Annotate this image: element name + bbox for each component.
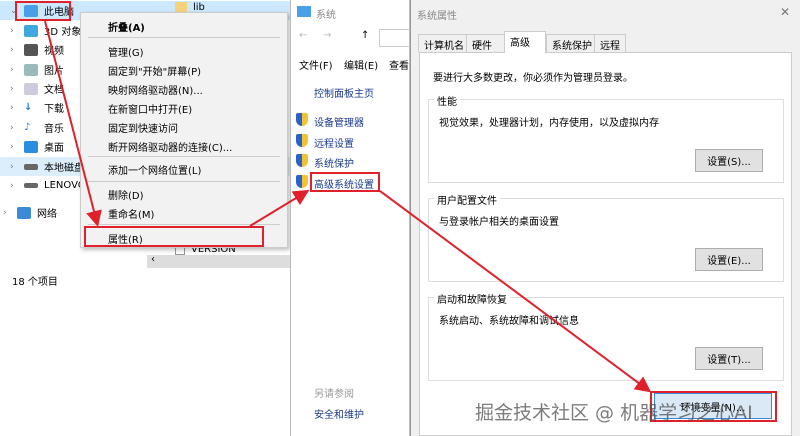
annotation-arrows [44, 20, 652, 393]
arrow [379, 190, 652, 393]
watermark: 掘金技术社区 @ 机器学习之心AI [475, 402, 753, 424]
arrow [249, 189, 310, 227]
tab-advanced[interactable]: 高级 [504, 31, 546, 53]
arrow [44, 20, 102, 227]
